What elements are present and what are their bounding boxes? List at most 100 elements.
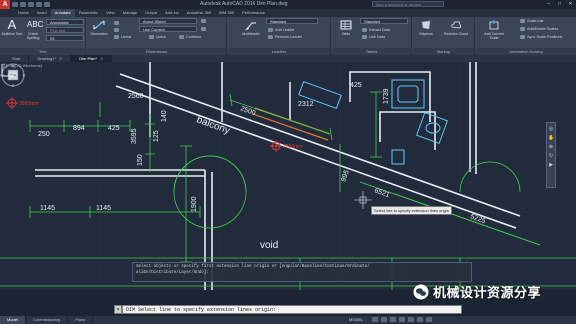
annotation-scaling-panel: Add Current Scale Scale List Add/Delete … xyxy=(476,17,576,55)
ribbon-tab-insert[interactable]: Insert xyxy=(33,9,51,17)
layout-tab[interactable]: Commissioning xyxy=(26,316,69,324)
multileader-style-dropdown[interactable]: Standard xyxy=(266,18,318,24)
zoom-icon[interactable]: ⊕ xyxy=(548,144,554,150)
command-line-input[interactable]: DIM Select line to specify extension lin… xyxy=(122,305,462,314)
save-icon[interactable] xyxy=(28,2,34,7)
dim-text: 1145 xyxy=(40,205,55,212)
close-tab-icon[interactable]: ✕ xyxy=(100,56,103,61)
autocad-logo-icon[interactable]: A xyxy=(0,0,10,9)
search-input[interactable]: Type a keyword or phrase xyxy=(372,1,444,7)
ribbon-tab-view[interactable]: View xyxy=(102,9,119,17)
ribbon-tab-manage[interactable]: Manage xyxy=(119,9,141,17)
ribbon-tab-output[interactable]: Output xyxy=(141,9,161,17)
find-text-input[interactable]: Find text xyxy=(46,27,84,33)
continue-icon xyxy=(179,35,184,39)
text-height-dropdown[interactable]: 25 xyxy=(46,35,84,41)
dim-tool-right1[interactable] xyxy=(201,18,208,24)
dim-tool-icon xyxy=(114,21,119,25)
command-line-close-icon[interactable]: ✕ xyxy=(114,305,122,314)
dimension-layer-dropdown[interactable]: Use Current xyxy=(139,26,197,32)
redo-icon[interactable] xyxy=(44,2,50,7)
viewcube-east[interactable]: E xyxy=(23,73,26,78)
status-bar-icons xyxy=(372,317,432,322)
ribbon-tab-performance[interactable]: Performance xyxy=(238,9,269,17)
dim-text: 3595 xyxy=(131,128,138,144)
snap-toggle-icon[interactable] xyxy=(381,317,387,322)
maximize-icon[interactable]: □ xyxy=(556,1,563,7)
dimensions-panel-label[interactable]: Dimensions xyxy=(87,48,226,55)
ribbon-tab-home[interactable]: Home xyxy=(14,9,33,17)
layout-tab[interactable]: Plans xyxy=(68,316,94,324)
ortho-toggle-icon[interactable] xyxy=(390,317,396,322)
add-delete-scales-icon xyxy=(520,27,525,31)
extract-data-button[interactable]: Extract Data xyxy=(362,27,390,33)
new-file-icon[interactable] xyxy=(12,2,18,7)
file-tab[interactable]: Start xyxy=(4,55,30,62)
minimize-icon[interactable]: – xyxy=(545,1,552,7)
room-label-void: void xyxy=(260,240,278,251)
wipeout-button[interactable]: Wipeout xyxy=(415,19,437,36)
extract-data-icon xyxy=(362,28,367,32)
annotation-scale-icon[interactable] xyxy=(426,317,432,322)
sync-scale-positions-button[interactable]: Sync Scale Positions xyxy=(520,34,562,40)
linear-dimension-button[interactable]: Linear xyxy=(114,34,132,40)
add-delete-scales-button[interactable]: Add/Delete Scales xyxy=(520,26,558,32)
tables-panel-label[interactable]: Tables xyxy=(332,48,411,55)
add-current-scale-button[interactable]: Add Current Scale xyxy=(480,19,508,40)
multiline-text-button[interactable]: A Multiline Text xyxy=(1,18,23,36)
undo-icon[interactable] xyxy=(36,2,42,7)
ribbon-tab-autodesk-360[interactable]: Autodesk 360 xyxy=(183,9,215,17)
remove-leader-button[interactable]: Remove Leader xyxy=(268,34,302,40)
orbit-icon[interactable]: ↻ xyxy=(548,153,554,159)
grid-toggle-icon[interactable] xyxy=(372,317,378,322)
polar-toggle-icon[interactable] xyxy=(399,317,405,322)
ribbon-tab-add-ins[interactable]: Add-ins xyxy=(161,9,183,17)
viewcube-south[interactable]: S xyxy=(12,83,15,88)
dimension-icon xyxy=(93,20,105,30)
command-history: Select objects or specify first extensio… xyxy=(132,262,472,282)
markup-panel-label[interactable]: Markup xyxy=(413,48,474,55)
quick-dimension-button[interactable]: Quick xyxy=(149,34,166,40)
leaders-panel-label[interactable]: Leaders xyxy=(228,48,330,55)
layout-tab[interactable]: Model xyxy=(0,316,26,324)
dim-tool-row1[interactable] xyxy=(114,20,121,26)
showmotion-icon[interactable]: ▶ xyxy=(548,162,554,168)
dimension-style-dropdown[interactable]: Annot 50mm xyxy=(139,18,197,24)
status-model-button[interactable]: MODEL xyxy=(349,316,363,324)
dim-tool-row2[interactable] xyxy=(114,27,121,33)
file-tab[interactable]: Dim Plan* ✕ xyxy=(71,55,113,62)
dim-text: 150 xyxy=(137,154,144,166)
open-file-icon[interactable] xyxy=(20,2,26,7)
link-data-button[interactable]: Link Data xyxy=(362,34,385,40)
ribbon-tab-parametric[interactable]: Parametric xyxy=(75,9,102,17)
continue-dimension-button[interactable]: Continue xyxy=(179,34,201,40)
sync-scale-icon xyxy=(520,35,525,39)
file-tab[interactable]: Drawing1* ✕ xyxy=(29,55,72,62)
table-button[interactable]: Table xyxy=(335,19,357,36)
ribbon-tab-bim-360[interactable]: BIM 360 xyxy=(215,9,238,17)
check-spelling-button[interactable]: ABC Check Spelling xyxy=(22,19,44,40)
close-icon[interactable]: ✕ xyxy=(567,1,574,7)
steering-wheel-icon[interactable]: ◎ xyxy=(548,126,554,132)
ribbon-tab-bar: Home Insert Annotate Parametric View Manage Ou… xyxy=(0,9,576,17)
text-panel-label[interactable]: Text xyxy=(0,48,85,55)
wipeout-icon xyxy=(421,20,431,30)
dimension-texts: 250 894 425 1145 1900 2312 1739 5225 652… xyxy=(38,82,486,225)
osnap-toggle-icon[interactable] xyxy=(408,317,414,322)
command-history-line: aliGn/Distribute/Layer/Undo]: xyxy=(136,271,209,275)
pan-icon[interactable]: ✋ xyxy=(548,135,554,141)
lineweight-toggle-icon[interactable] xyxy=(417,317,423,322)
add-leader-button[interactable]: Add Leader xyxy=(268,27,295,33)
close-tab-icon[interactable]: ✕ xyxy=(59,56,62,61)
table-style-dropdown[interactable]: Standard xyxy=(360,18,408,24)
annotation-scaling-panel-label[interactable]: Annotation Scaling xyxy=(476,48,576,55)
drawing-canvas[interactable]: [-][Top][2D Wireframe] 2600mm 2850mm 250… xyxy=(0,62,576,290)
dim-tool-right2[interactable] xyxy=(201,26,208,32)
multileader-button[interactable]: Multileader xyxy=(240,19,262,36)
text-style-dropdown[interactable]: Annotative xyxy=(46,19,84,25)
revision-cloud-button[interactable]: Revision Cloud xyxy=(441,19,471,36)
ribbon-tab-annotate[interactable]: Annotate xyxy=(50,9,75,17)
link-data-icon xyxy=(362,35,367,39)
scale-list-button[interactable]: Scale List xyxy=(520,18,543,24)
dimension-button[interactable]: Dimension xyxy=(88,19,110,36)
